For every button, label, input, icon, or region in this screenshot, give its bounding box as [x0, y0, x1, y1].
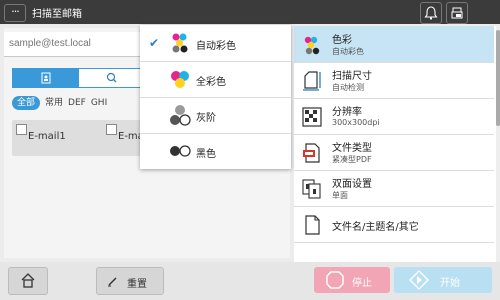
reset-button[interactable]: 重置 [96, 267, 164, 295]
home-icon [21, 273, 35, 288]
search-icon [106, 72, 117, 83]
dropdown-option-auto-color[interactable]: ✔ 自动彩色 [140, 25, 291, 62]
grayscale-icon [170, 105, 191, 126]
entry-label: E-mail1 [28, 131, 66, 142]
title-bar: ··· 扫描至邮箱 [0, 0, 500, 24]
setting-label: 双面设置 [332, 179, 372, 190]
dropdown-option-label: 自动彩色 [196, 41, 236, 52]
home-button[interactable] [8, 267, 48, 295]
file-icon [305, 215, 320, 235]
bell-icon[interactable] [420, 2, 442, 24]
auto-color-icon [172, 33, 188, 53]
filter-all[interactable]: 全部 [12, 96, 41, 110]
filter-ghi[interactable]: GHI [91, 96, 107, 110]
color-dropdown: ✔ 自动彩色 全彩色 灰阶 黑色 [140, 25, 291, 169]
dropdown-option-label: 黑色 [196, 149, 216, 160]
menu-button[interactable]: ··· [4, 4, 26, 22]
scroll-thumb[interactable] [496, 30, 500, 126]
start-button[interactable]: 开始 [394, 267, 492, 293]
setting-file-type[interactable]: 文件类型 紧凑型PDF [294, 134, 494, 171]
setting-label: 文件名/主题名/其它 [332, 222, 419, 233]
address-book-icon [41, 72, 51, 84]
resolution-icon [302, 107, 322, 127]
setting-scan-size[interactable]: 扫描尺寸 自动检测 [294, 62, 494, 99]
dropdown-option-grayscale[interactable]: 灰阶 [140, 97, 291, 134]
dropdown-option-full-color[interactable]: 全彩色 [140, 61, 291, 98]
setting-duplex[interactable]: 双面设置 单面 [294, 170, 494, 207]
color-icon [304, 36, 320, 55]
stop-button[interactable]: 停止 [314, 267, 390, 293]
dropdown-option-label: 灰阶 [196, 113, 216, 124]
trash-device-icon[interactable] [446, 2, 468, 24]
setting-value: 单面 [332, 191, 348, 200]
filter-def[interactable]: DEF [68, 96, 86, 110]
reset-label: 重置 [127, 279, 147, 290]
stop-icon [326, 271, 344, 289]
entry-checkbox[interactable] [106, 124, 117, 135]
setting-value: 自动检测 [332, 83, 364, 92]
dropdown-option-black[interactable]: 黑色 [140, 133, 291, 169]
filter-bar: 全部 常用 DEF GHI [12, 96, 112, 110]
settings-panel: 色彩 自动彩色 扫描尺寸 自动检测 分辨率 300x300dpi 文件类型 紧凑… [294, 26, 500, 262]
duplex-icon [302, 179, 321, 199]
setting-label: 分辨率 [332, 107, 362, 118]
setting-label: 文件类型 [332, 143, 372, 154]
setting-resolution[interactable]: 分辨率 300x300dpi [294, 98, 494, 135]
scan-size-icon [303, 71, 321, 91]
setting-label: 扫描尺寸 [332, 71, 372, 82]
filter-common[interactable]: 常用 [45, 96, 63, 110]
start-icon [409, 270, 429, 290]
bottom-bar: 重置 停止 开始 [0, 262, 500, 300]
page-title: 扫描至邮箱 [32, 9, 82, 20]
tab-search[interactable] [79, 69, 147, 87]
setting-label: 色彩 [332, 35, 352, 46]
dropdown-option-label: 全彩色 [196, 77, 226, 88]
setting-value: 紧凑型PDF [332, 155, 372, 164]
setting-value: 300x300dpi [332, 118, 380, 127]
entry-checkbox[interactable] [16, 124, 27, 135]
full-color-icon [171, 71, 189, 88]
settings-scrollbar[interactable] [496, 26, 500, 262]
setting-value: 自动彩色 [332, 47, 364, 56]
setting-color[interactable]: 色彩 自动彩色 [294, 26, 494, 63]
check-icon: ✔ [149, 36, 160, 50]
tab-address-book[interactable] [13, 69, 79, 87]
eraser-icon [108, 277, 117, 287]
address-tabs [12, 68, 148, 88]
start-label: 开始 [440, 278, 460, 289]
stop-label: 停止 [352, 278, 372, 289]
pdf-icon [303, 143, 320, 163]
setting-file-name[interactable]: 文件名/主题名/其它 [294, 206, 494, 243]
black-icon [170, 145, 191, 157]
